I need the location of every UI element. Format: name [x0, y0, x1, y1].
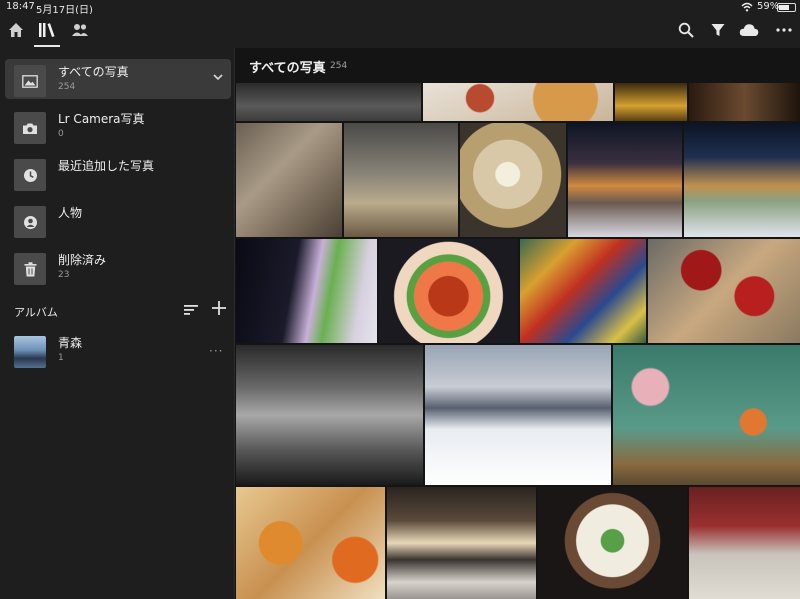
person-icon [14, 206, 46, 238]
sidebar-item-lr-camera[interactable]: Lr Camera写真 0 [5, 106, 231, 146]
photo-tile[interactable] [236, 123, 342, 237]
photo-tile[interactable] [689, 487, 800, 599]
page-title: すべての写真 [249, 61, 326, 76]
album-item-aomori[interactable]: 青森 1 ··· [5, 330, 231, 370]
sidebar-item-deleted[interactable]: 削除済み 23 [5, 247, 231, 287]
album-thumbnail [14, 336, 46, 368]
photo-tile[interactable] [344, 123, 458, 237]
photo-tile[interactable] [423, 83, 613, 121]
album-label: 青森 [58, 336, 83, 350]
photo-tile[interactable] [568, 123, 682, 237]
camera-icon [14, 112, 46, 144]
active-tab-indicator [34, 45, 60, 47]
clock-icon [14, 159, 46, 191]
sidebar-item-label: すべての写真 [58, 65, 129, 79]
sidebar-item-recently-added[interactable]: 最近追加した写真 [5, 153, 231, 193]
albums-heading: アルバム [14, 306, 58, 319]
trash-icon [14, 253, 46, 285]
photo-tile[interactable] [236, 83, 421, 121]
photo-tile[interactable] [538, 487, 687, 599]
sidebar-item-label: 削除済み [58, 253, 107, 267]
cloud-icon[interactable] [739, 20, 759, 40]
battery-percent: 59% [757, 1, 780, 12]
sidebar-item-label: 最近追加した写真 [58, 159, 155, 173]
library-icon[interactable] [37, 20, 57, 40]
photo-tile[interactable] [648, 239, 800, 343]
wifi-icon [741, 2, 753, 12]
album-more-icon[interactable]: ··· [209, 344, 223, 358]
status-bar: 18:47 5月17日(日) 59% [0, 0, 800, 16]
sidebar: すべての写真 254 Lr Camera写真 0 最近追加した写真 人物 削除済… [0, 48, 235, 599]
photo-tile[interactable] [460, 123, 566, 237]
sort-icon[interactable] [184, 303, 198, 317]
photo-tile[interactable] [425, 345, 611, 485]
photo-count: 254 [330, 61, 348, 71]
photo-tile[interactable] [379, 239, 518, 343]
home-icon[interactable] [6, 20, 26, 40]
photo-tile[interactable] [684, 123, 800, 237]
grid-header: すべての写真 254 [236, 48, 800, 82]
photo-tile[interactable] [615, 83, 687, 121]
battery-icon [777, 3, 796, 12]
search-icon[interactable] [676, 20, 696, 40]
sidebar-item-count: 0 [58, 129, 64, 139]
photo-tile[interactable] [236, 239, 377, 343]
sidebar-item-count: 23 [58, 270, 70, 280]
photo-tile[interactable] [236, 487, 385, 599]
filter-icon[interactable] [708, 20, 728, 40]
photo-grid-panel: すべての写真 254 [236, 48, 800, 599]
sidebar-item-people[interactable]: 人物 [5, 200, 231, 240]
photos-icon [14, 65, 46, 97]
more-icon[interactable] [774, 20, 794, 40]
sidebar-item-label: 人物 [58, 206, 83, 220]
status-time: 18:47 [6, 1, 35, 12]
sidebar-item-label: Lr Camera写真 [58, 112, 145, 126]
add-album-icon[interactable] [212, 301, 226, 315]
people-icon[interactable] [70, 20, 90, 40]
photo-tile[interactable] [236, 345, 423, 485]
chevron-down-icon[interactable] [212, 71, 224, 83]
sidebar-item-count: 254 [58, 82, 76, 92]
photo-tile[interactable] [613, 345, 800, 485]
photo-grid [236, 83, 800, 599]
album-count: 1 [58, 353, 64, 363]
sidebar-item-all-photos[interactable]: すべての写真 254 [5, 59, 231, 99]
photo-tile[interactable] [520, 239, 646, 343]
photo-tile[interactable] [689, 83, 800, 121]
top-toolbar [0, 14, 800, 48]
photo-tile[interactable] [387, 487, 536, 599]
